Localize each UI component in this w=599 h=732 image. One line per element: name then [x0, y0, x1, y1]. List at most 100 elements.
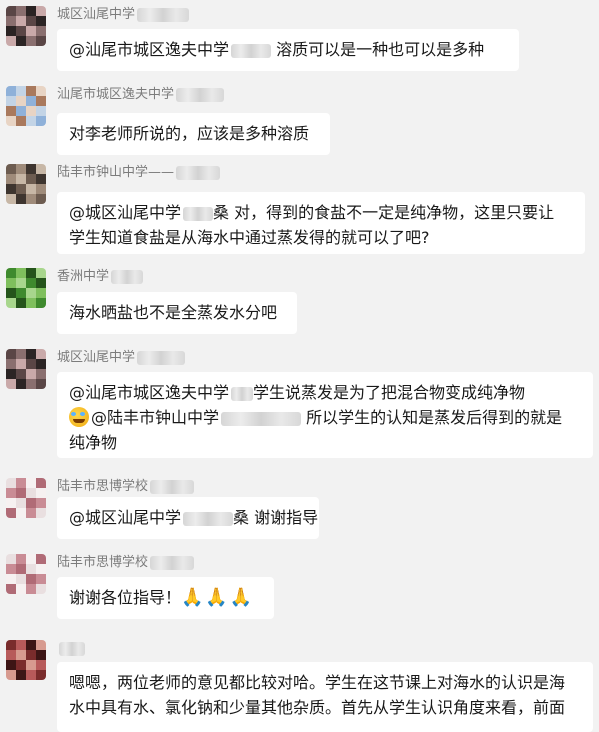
avatar-pixel — [6, 359, 16, 369]
avatar-pixel — [26, 650, 36, 660]
avatar-pixel — [36, 6, 46, 16]
avatar-pixel — [6, 640, 16, 650]
message-line: 水中具有水、氯化钠和少量其他杂质。首先从学生认识角度来看，前面 — [69, 698, 566, 717]
sender-name — [57, 640, 85, 658]
avatar-pixel — [16, 184, 26, 194]
avatar-pixel — [26, 6, 36, 16]
avatar-pixel — [36, 564, 46, 574]
avatar-pixel — [6, 16, 16, 26]
avatar-pixel — [16, 278, 26, 288]
avatar-pixel — [26, 379, 36, 389]
avatar-pixel — [36, 508, 46, 518]
avatar-pixel — [6, 349, 16, 359]
avatar-pixel — [26, 498, 36, 508]
avatar-pixel — [36, 36, 46, 46]
avatar-pixel — [6, 369, 16, 379]
sender-name: 汕尾市城区逸夫中学 — [57, 86, 225, 104]
avatar-pixel — [36, 359, 46, 369]
avatar-pixel — [16, 106, 26, 116]
avatar-pixel — [6, 670, 16, 680]
avatar[interactable] — [6, 6, 46, 46]
message-line: @汕尾市城区逸夫中学 溶质可以是一种也可以是多种 — [69, 40, 485, 59]
avatar-pixel — [36, 488, 46, 498]
avatar-pixel — [36, 86, 46, 96]
avatar-pixel — [36, 349, 46, 359]
avatar-pixel — [26, 194, 36, 204]
avatar-pixel — [16, 116, 26, 126]
avatar-pixel — [6, 26, 16, 36]
avatar-pixel — [16, 640, 26, 650]
message-bubble[interactable]: @城区汕尾中学桑 谢谢指导 — [57, 497, 319, 539]
avatar-pixel — [26, 184, 36, 194]
message-bubble[interactable]: @汕尾市城区逸夫中学 学生说蒸发是为了把混合物变成纯净物 @陆丰市钟山中学 所以学… — [57, 372, 593, 458]
avatar-pixel — [36, 288, 46, 298]
avatar[interactable] — [6, 640, 46, 680]
message-bubble[interactable]: 对李老师所说的，应该是多种溶质 — [57, 113, 330, 155]
avatar-pixel — [26, 298, 36, 308]
message-bubble[interactable]: 谢谢各位指导！🙏🙏🙏 — [57, 577, 274, 619]
sender-name: 陆丰市钟山中学—— — [57, 164, 221, 182]
avatar-pixel — [6, 650, 16, 660]
avatar-pixel — [26, 640, 36, 650]
avatar-pixel — [6, 584, 16, 594]
avatar-pixel — [6, 194, 16, 204]
avatar-pixel — [26, 554, 36, 564]
avatar-pixel — [26, 488, 36, 498]
avatar-pixel — [6, 164, 16, 174]
message-bubble[interactable]: 嗯嗯，两位老师的意见都比较对哈。学生在这节课上对海水的认识是海 水中具有水、氯化… — [57, 662, 593, 732]
avatar-pixel — [16, 349, 26, 359]
avatar-pixel — [36, 26, 46, 36]
avatar-pixel — [6, 184, 16, 194]
avatar-pixel — [16, 6, 26, 16]
avatar-pixel — [6, 96, 16, 106]
avatar-pixel — [16, 86, 26, 96]
avatar-pixel — [16, 478, 26, 488]
avatar-pixel — [26, 116, 36, 126]
avatar-pixel — [36, 106, 46, 116]
avatar-pixel — [26, 584, 36, 594]
sender-name: 陆丰市思博学校 — [57, 554, 195, 572]
avatar-pixel — [16, 268, 26, 278]
avatar-pixel — [16, 574, 26, 584]
avatar-pixel — [26, 508, 36, 518]
avatar-pixel — [6, 379, 16, 389]
avatar-pixel — [26, 369, 36, 379]
avatar-pixel — [6, 478, 16, 488]
chat-message: 陆丰市思博学校 谢谢各位指导！🙏🙏🙏 — [0, 548, 599, 630]
avatar[interactable] — [6, 554, 46, 594]
avatar-pixel — [16, 164, 26, 174]
avatar-pixel — [26, 564, 36, 574]
avatar-pixel — [16, 564, 26, 574]
chat-message: 香洲中学 海水晒盐也不是全蒸发水分吧 — [0, 262, 599, 342]
message-line: 学生知道食盐是从海水中通过蒸发得的就可以了吧? — [69, 228, 430, 247]
avatar-pixel — [26, 574, 36, 584]
avatar-pixel — [6, 288, 16, 298]
chat-message: 汕尾市城区逸夫中学 对李老师所说的，应该是多种溶质 — [0, 80, 599, 160]
avatar-pixel — [16, 96, 26, 106]
avatar-pixel — [6, 298, 16, 308]
message-bubble[interactable]: @城区汕尾中学桑 对，得到的食盐不一定是纯净物，这里只要让 学生知道食盐是从海水… — [57, 192, 585, 254]
avatar-pixel — [26, 164, 36, 174]
message-bubble[interactable]: @汕尾市城区逸夫中学 溶质可以是一种也可以是多种 — [57, 29, 519, 71]
avatar[interactable] — [6, 268, 46, 308]
avatar-pixel — [26, 16, 36, 26]
avatar-pixel — [16, 26, 26, 36]
avatar-pixel — [36, 16, 46, 26]
avatar-pixel — [26, 359, 36, 369]
avatar[interactable] — [6, 86, 46, 126]
avatar-pixel — [16, 488, 26, 498]
avatar[interactable] — [6, 478, 46, 518]
message-line: 海水晒盐也不是全蒸发水分吧 — [69, 303, 278, 322]
avatar[interactable] — [6, 349, 46, 389]
avatar-pixel — [26, 26, 36, 36]
avatar-pixel — [26, 174, 36, 184]
avatar[interactable] — [6, 164, 46, 204]
avatar-pixel — [6, 86, 16, 96]
message-bubble[interactable]: 海水晒盐也不是全蒸发水分吧 — [57, 292, 297, 334]
avatar-pixel — [6, 174, 16, 184]
avatar-pixel — [26, 288, 36, 298]
message-line: 对李老师所说的，应该是多种溶质 — [69, 124, 310, 143]
avatar-pixel — [36, 184, 46, 194]
avatar-pixel — [36, 298, 46, 308]
avatar-pixel — [16, 298, 26, 308]
